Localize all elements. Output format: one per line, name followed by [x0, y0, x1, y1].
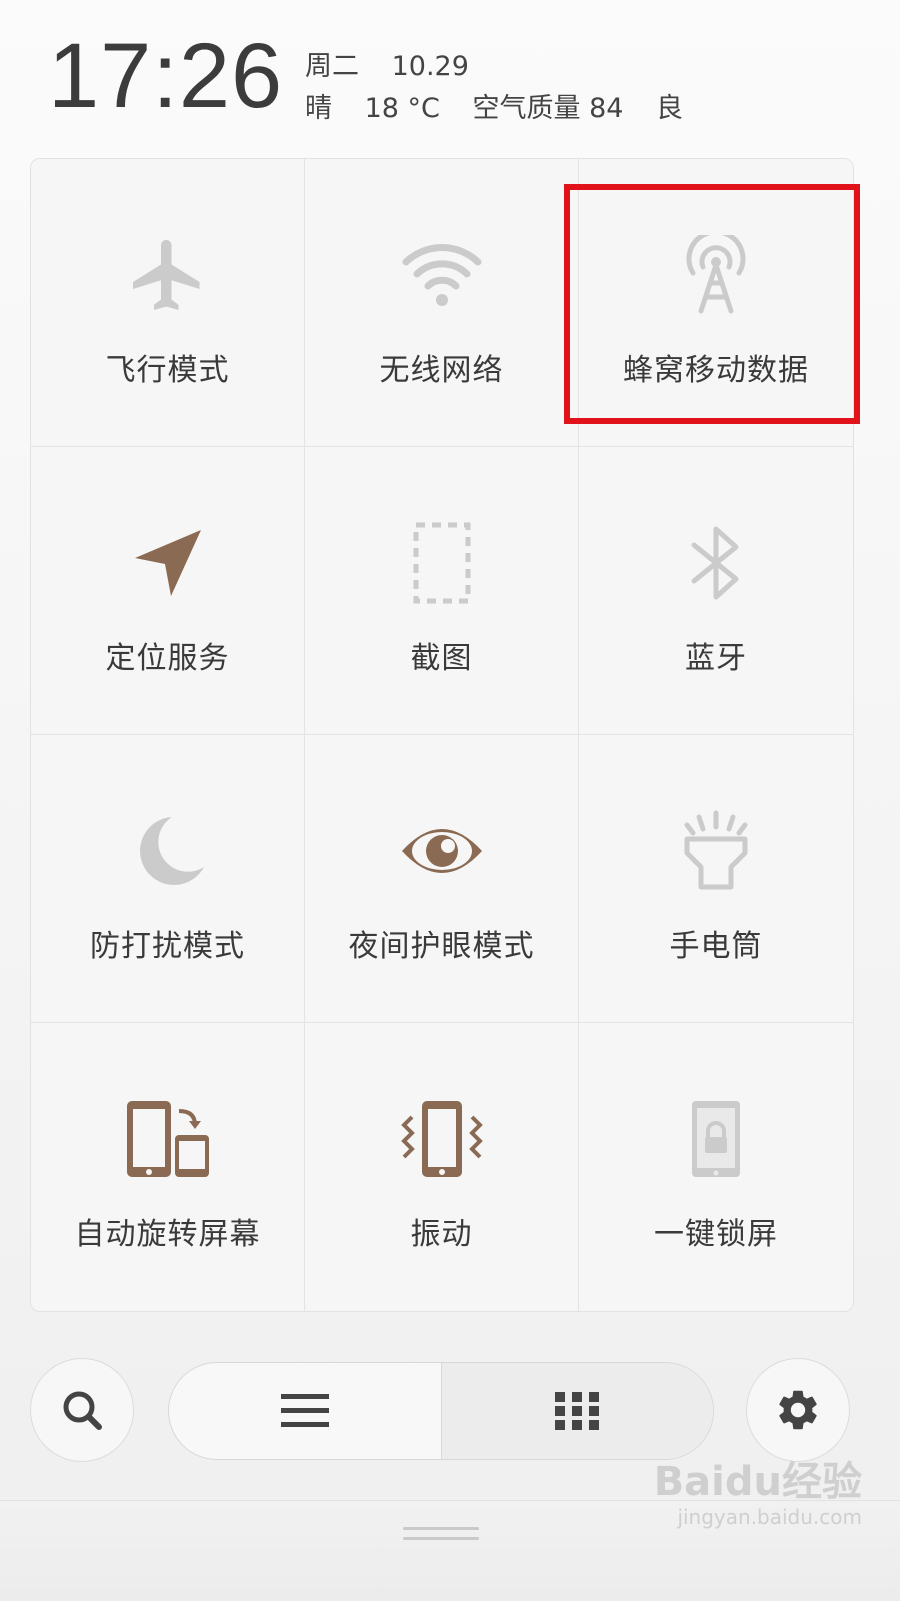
handle-line [403, 1537, 479, 1540]
clock: 17:26 [48, 25, 284, 127]
toggle-bluetooth[interactable]: 蓝牙 [579, 447, 853, 735]
vibrate-icon [392, 1089, 492, 1189]
eye-icon [392, 801, 492, 901]
tile-label: 定位服务 [105, 641, 230, 676]
toggle-night-eye-protection[interactable]: 夜间护眼模式 [305, 735, 579, 1023]
tile-label: 一键锁屏 [654, 1217, 778, 1252]
gear-icon [779, 1390, 817, 1430]
auto-rotate-icon [118, 1089, 218, 1189]
temperature: 18 °C [364, 93, 440, 124]
air-level: 良 [656, 93, 684, 124]
tile-label: 自动旋转屏幕 [74, 1217, 261, 1252]
search-icon [63, 1391, 102, 1430]
status-header: 17:26 周二 10.29 晴 18 °C 空气质量 84 良 [0, 0, 900, 150]
toggle-location[interactable]: 定位服务 [31, 447, 305, 735]
toggle-screenshot[interactable]: 截图 [305, 447, 579, 735]
toggle-wifi[interactable]: 无线网络 [305, 159, 579, 447]
handle-line [403, 1527, 479, 1530]
view-switcher [168, 1362, 714, 1460]
watermark: Baidu经验 jingyan.baidu.com [654, 1460, 862, 1530]
tile-label: 手电筒 [669, 929, 763, 964]
grid-icon [555, 1392, 600, 1430]
airplane-icon [118, 225, 218, 325]
toggle-airplane-mode[interactable]: 飞行模式 [31, 159, 305, 447]
lock-screen-icon [666, 1089, 766, 1189]
tile-label: 振动 [410, 1217, 473, 1252]
tile-label: 无线网络 [379, 353, 504, 388]
list-view-button[interactable] [169, 1363, 441, 1459]
toggle-cellular-data[interactable]: 蜂窝移动数据 [579, 159, 853, 447]
date: 10.29 [391, 51, 469, 82]
tile-label: 飞行模式 [105, 353, 230, 388]
toggle-do-not-disturb[interactable]: 防打扰模式 [31, 735, 305, 1023]
location-arrow-icon [118, 513, 218, 613]
settings-button[interactable] [746, 1358, 850, 1462]
screenshot-icon [392, 513, 492, 613]
date-weather-info: 周二 10.29 晴 18 °C 空气质量 84 良 [305, 46, 707, 130]
wifi-icon [392, 225, 492, 325]
tile-label: 夜间护眼模式 [348, 929, 535, 964]
toggle-vibrate[interactable]: 振动 [305, 1023, 579, 1311]
tile-label: 截图 [410, 641, 473, 676]
tile-label: 蜂窝移动数据 [623, 353, 809, 388]
weekday: 周二 [305, 51, 359, 82]
weather: 晴 [305, 93, 332, 124]
flashlight-icon [666, 801, 766, 901]
quick-toggles-grid: 飞行模式 无线网络 蜂窝移动数据 定位服务 截图 蓝牙 防打扰模式 夜间护眼模式… [30, 158, 854, 1312]
watermark-logo: Baidu经验 [653, 1459, 862, 1505]
air-quality: 空气质量 84 [472, 93, 624, 124]
bottom-bar [0, 1356, 900, 1468]
moon-icon [118, 801, 218, 901]
cellular-antenna-icon [666, 225, 766, 325]
search-button[interactable] [30, 1358, 134, 1462]
toggle-flashlight[interactable]: 手电筒 [579, 735, 853, 1023]
toggle-lock-screen[interactable]: 一键锁屏 [579, 1023, 853, 1311]
watermark-url: jingyan.baidu.com [677, 1505, 862, 1529]
bluetooth-icon [666, 513, 766, 613]
list-icon [280, 1394, 329, 1427]
toggle-auto-rotate[interactable]: 自动旋转屏幕 [31, 1023, 305, 1311]
tile-label: 蓝牙 [685, 641, 747, 676]
grid-view-button[interactable] [440, 1363, 713, 1459]
tile-label: 防打扰模式 [90, 929, 245, 964]
